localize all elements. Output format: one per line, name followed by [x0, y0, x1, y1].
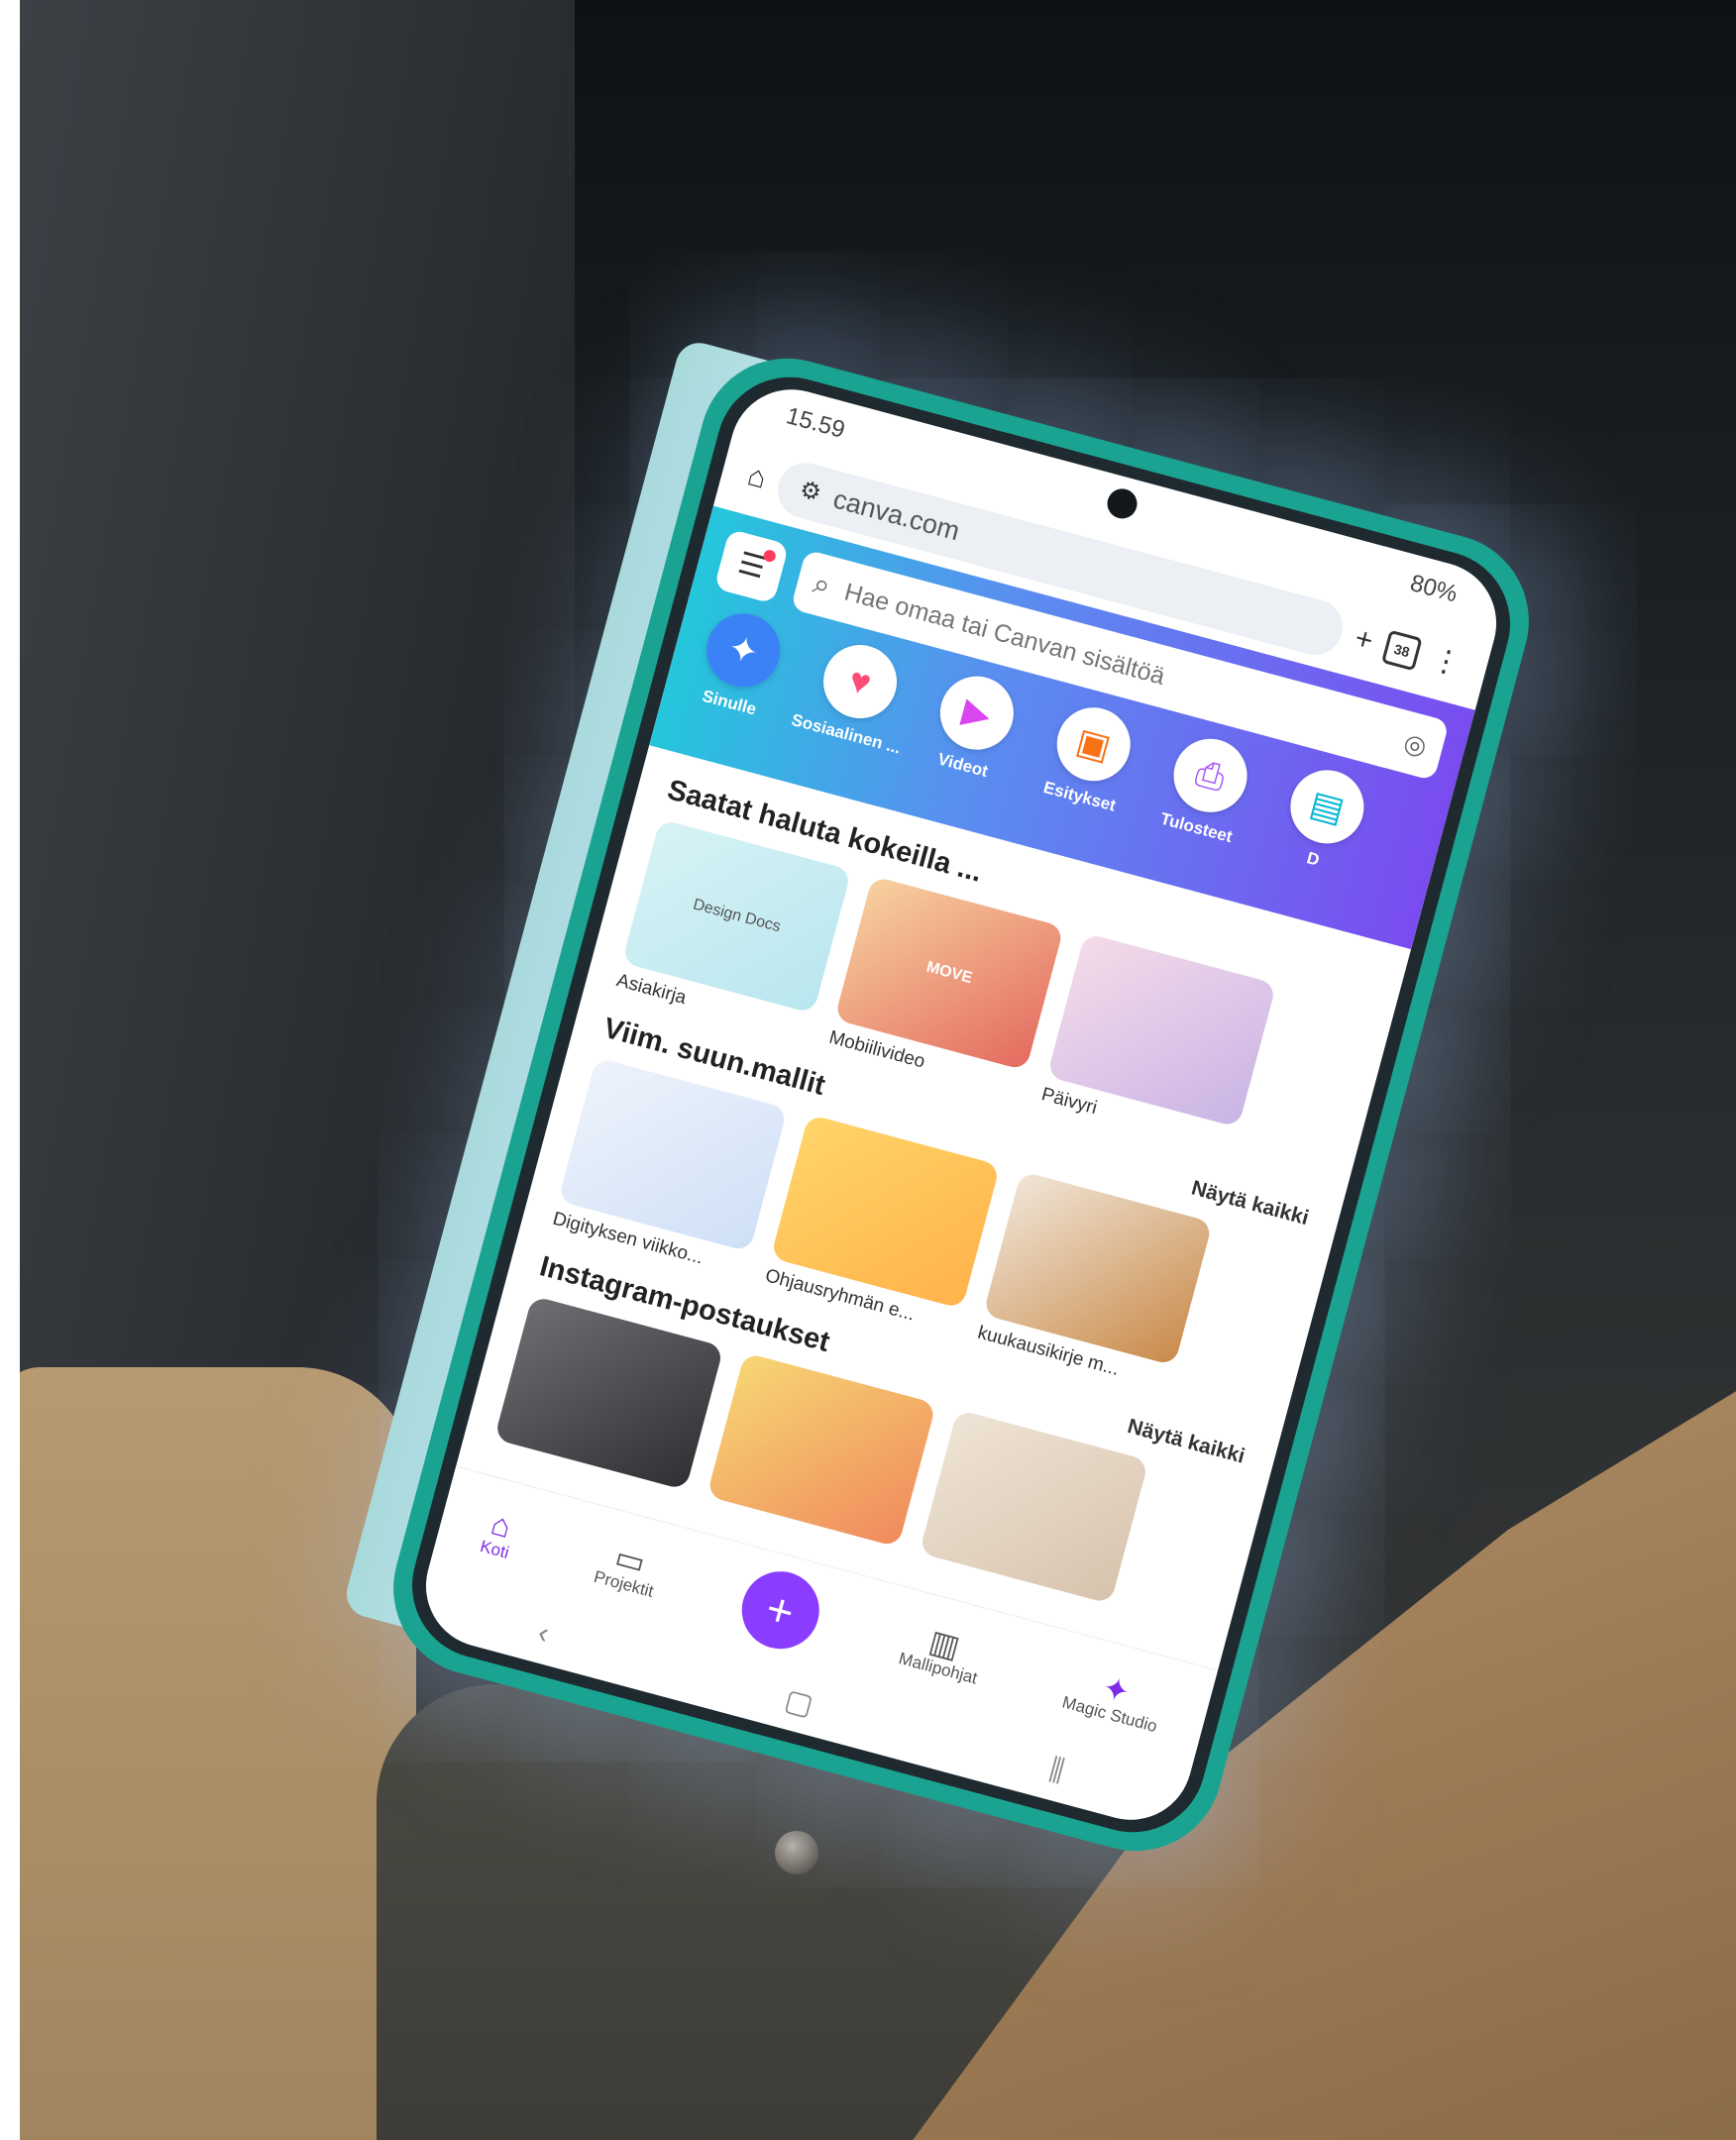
status-battery: 80% — [1407, 569, 1461, 608]
new-tab-plus-icon[interactable]: + — [1352, 622, 1376, 658]
search-icon: ⌕ — [810, 567, 834, 603]
home-circle-icon[interactable]: ▢ — [781, 1682, 816, 1723]
create-button[interactable]: + — [732, 1562, 828, 1658]
category-sinulle[interactable]: ✦ Sinulle — [682, 603, 798, 725]
recents-icon[interactable]: ⫼ — [1045, 1754, 1067, 1789]
docs-icon: ▤ — [1282, 762, 1372, 852]
sparkle-icon: ✦ — [698, 605, 789, 696]
phone-screen: 15.59 80% ⌂ ⚙ canva.com + 38 ⋮ ☰ ⌕ Hae o… — [412, 375, 1510, 1834]
nav-templates[interactable]: ▥ Mallipohjat — [897, 1618, 988, 1688]
home-icon: ⌂ — [487, 1505, 515, 1546]
category-label: Videot — [935, 749, 991, 782]
category-label: D — [1304, 848, 1322, 870]
more-options-icon[interactable]: ⋮ — [1428, 642, 1465, 682]
back-icon[interactable]: ‹ — [534, 1616, 552, 1651]
category-esitykset[interactable]: ▣ Esitykset — [1031, 696, 1147, 818]
tab-count-button[interactable]: 38 — [1381, 629, 1423, 672]
category-label: Sosiaalinen ... — [789, 709, 904, 758]
category-label: Esitykset — [1041, 778, 1119, 815]
camera-search-icon[interactable]: ◎ — [1401, 727, 1431, 762]
category-tulosteet[interactable]: ⎙ Tulosteet — [1148, 728, 1264, 850]
heart-chat-icon: ♥ — [814, 636, 906, 727]
nav-projects[interactable]: ▭ Projektit — [592, 1537, 664, 1602]
pants-button — [775, 1831, 818, 1874]
home-icon[interactable]: ⌂ — [744, 459, 770, 495]
category-sosiaalinen[interactable]: ♥ Sosiaalinen ... — [790, 634, 915, 758]
category-label: Sinulle — [700, 686, 759, 719]
category-label: Tulosteet — [1158, 808, 1235, 847]
presentation-icon: ▣ — [1048, 698, 1139, 790]
site-settings-icon[interactable]: ⚙ — [797, 476, 824, 507]
video-camera-icon: ▶ — [931, 668, 1023, 758]
status-time: 15.59 — [783, 402, 848, 444]
jacket-sleeve — [20, 1367, 416, 2140]
nav-home[interactable]: ⌂ Koti — [478, 1505, 519, 1563]
nav-magic-studio[interactable]: ✦ Magic Studio — [1060, 1661, 1167, 1737]
printer-icon: ⎙ — [1165, 730, 1255, 821]
url-text: canva.com — [829, 482, 963, 546]
category-videot[interactable]: ▶ Videot — [916, 666, 1031, 788]
photo-background: 15.59 80% ⌂ ⚙ canva.com + 38 ⋮ ☰ ⌕ Hae o… — [20, 0, 1736, 2140]
category-docs[interactable]: ▤ D — [1265, 759, 1381, 881]
